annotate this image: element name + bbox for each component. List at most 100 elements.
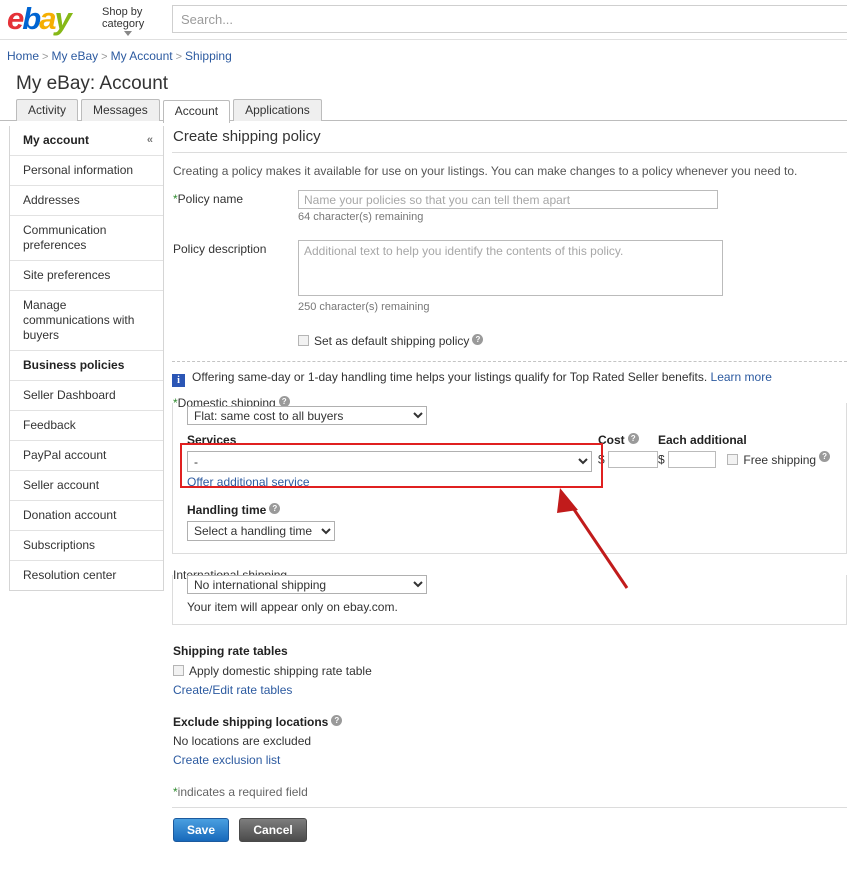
create-exclusion-list-link[interactable]: Create exclusion list: [173, 753, 280, 767]
tab-messages[interactable]: Messages: [81, 99, 160, 121]
free-shipping-label: Free shipping: [743, 453, 816, 467]
breadcrumb-item-home[interactable]: Home: [7, 49, 39, 63]
learn-more-link[interactable]: Learn more: [711, 370, 772, 384]
breadcrumb-separator: >: [42, 51, 48, 63]
domestic-shipping-method-select[interactable]: Flat: same cost to all buyersCalculated:…: [187, 406, 427, 425]
required-field-note: *indicates a required field: [172, 767, 847, 807]
sidebar-item-addresses[interactable]: Addresses: [10, 186, 163, 216]
services-block: Services - Cost? $ Each additional $ Fre…: [173, 425, 846, 489]
policy-description-chars-remaining: 250 character(s) remaining: [298, 299, 847, 313]
policy-description-textarea[interactable]: [298, 240, 723, 296]
breadcrumb: Home>My eBay>My Account>Shipping: [0, 40, 847, 63]
apply-domestic-rate-table-label: Apply domestic shipping rate table: [189, 664, 372, 678]
page-title: My eBay: Account: [0, 63, 847, 99]
sidebar-item-feedback[interactable]: Feedback: [10, 411, 163, 441]
sidebar-item-seller-dashboard[interactable]: Seller Dashboard: [10, 381, 163, 411]
set-default-shipping-policy-label: Set as default shipping policy: [314, 334, 469, 348]
policy-name-input[interactable]: [298, 190, 718, 209]
cost-input[interactable]: [608, 451, 658, 468]
handling-time-select[interactable]: Select a handling timeSame business day1…: [187, 521, 335, 541]
each-additional-input[interactable]: [668, 451, 716, 468]
account-sidebar: My account « Personal information Addres…: [9, 126, 164, 591]
sidebar-item-paypal-account[interactable]: PayPal account: [10, 441, 163, 471]
international-shipping-select[interactable]: No international shippingFlat: same cost…: [187, 575, 427, 594]
domestic-method-row: Flat: same cost to all buyersCalculated:…: [173, 403, 846, 425]
ebay-logo[interactable]: ebay: [7, 3, 70, 35]
apply-rate-table-row: Apply domestic shipping rate table: [173, 658, 847, 678]
site-header: ebay Shop by category: [0, 0, 847, 40]
domestic-shipping-panel: Flat: same cost to all buyersCalculated:…: [172, 403, 847, 554]
cost-column: Cost? $: [598, 433, 658, 468]
exclude-locations-block: Exclude shipping locations? No locations…: [172, 697, 847, 767]
sidebar-item-subscriptions[interactable]: Subscriptions: [10, 531, 163, 561]
breadcrumb-item-my-ebay[interactable]: My eBay: [51, 49, 98, 63]
account-tabs: Activity Messages Account Applications: [0, 99, 847, 121]
each-additional-label: Each additional: [658, 433, 830, 451]
sidebar-item-resolution-center[interactable]: Resolution center: [10, 561, 163, 590]
breadcrumb-item-my-account[interactable]: My Account: [111, 49, 173, 63]
help-icon[interactable]: ?: [472, 334, 483, 345]
policy-description-label: Policy description: [173, 242, 266, 256]
shipping-rate-tables-title: Shipping rate tables: [173, 644, 847, 658]
apply-domestic-rate-table-checkbox[interactable]: [173, 665, 184, 676]
sidebar-item-personal-information[interactable]: Personal information: [10, 156, 163, 186]
search-input[interactable]: [173, 6, 847, 32]
section-title: Create shipping policy: [172, 126, 847, 152]
banner-text: Offering same-day or 1-day handling time…: [192, 370, 707, 384]
tab-account[interactable]: Account: [163, 100, 230, 123]
create-edit-rate-tables-row: Create/Edit rate tables: [173, 678, 847, 697]
help-icon[interactable]: ?: [269, 503, 280, 514]
services-select[interactable]: -: [187, 451, 592, 472]
international-shipping-panel: No international shippingFlat: same cost…: [172, 575, 847, 625]
offer-additional-service-row: Offer additional service: [187, 472, 846, 489]
create-edit-rate-tables-link[interactable]: Create/Edit rate tables: [173, 683, 292, 697]
tab-applications[interactable]: Applications: [233, 99, 322, 121]
currency-symbol: $: [658, 453, 665, 467]
free-shipping-checkbox[interactable]: [727, 454, 738, 465]
top-rated-seller-banner: i Offering same-day or 1-day handling tim…: [172, 362, 847, 393]
tab-activity[interactable]: Activity: [16, 99, 78, 121]
breadcrumb-separator: >: [176, 51, 182, 63]
policy-name-chars-remaining: 64 character(s) remaining: [298, 209, 847, 223]
international-note: Your item will appear only on ebay.com.: [173, 594, 846, 614]
sidebar-item-donation-account[interactable]: Donation account: [10, 501, 163, 531]
logo-letter-y: y: [54, 1, 69, 36]
shop-by-category-button[interactable]: Shop by category: [102, 6, 162, 36]
help-icon[interactable]: ?: [628, 433, 639, 444]
sidebar-item-label: My account: [23, 133, 89, 147]
exclude-locations-title: Exclude shipping locations?: [173, 715, 847, 729]
cancel-button[interactable]: Cancel: [239, 818, 306, 842]
save-button[interactable]: Save: [173, 818, 229, 842]
shop-by-category-label: Shop by category: [102, 6, 144, 30]
intro-text: Creating a policy makes it available for…: [172, 153, 847, 190]
form-actions: Save Cancel: [172, 808, 847, 842]
policy-description-row: Policy description 250 character(s) rema…: [172, 234, 847, 332]
exclude-locations-status: No locations are excluded: [173, 729, 847, 748]
handling-time-label: Handling time?: [187, 503, 846, 521]
chevron-down-icon: [124, 31, 132, 36]
shipping-rate-tables-block: Shipping rate tables Apply domestic ship…: [172, 625, 847, 697]
breadcrumb-item-shipping[interactable]: Shipping: [185, 49, 232, 63]
create-shipping-policy-form: Create shipping policy Creating a policy…: [172, 126, 847, 842]
sidebar-item-business-policies[interactable]: Business policies: [10, 351, 163, 381]
sidebar-item-site-preferences[interactable]: Site preferences: [10, 261, 163, 291]
sidebar-item-my-account[interactable]: My account «: [10, 126, 163, 156]
logo-letter-a: a: [39, 1, 54, 36]
search-box[interactable]: [172, 5, 847, 33]
currency-symbol: $: [598, 453, 605, 467]
sidebar-item-communication-preferences[interactable]: Communication preferences: [10, 216, 163, 261]
help-icon[interactable]: ?: [819, 451, 830, 462]
collapse-sidebar-icon[interactable]: «: [147, 133, 153, 148]
set-default-shipping-policy-checkbox[interactable]: [298, 335, 309, 346]
each-additional-column: Each additional $ Free shipping?: [658, 433, 830, 468]
sidebar-item-seller-account[interactable]: Seller account: [10, 471, 163, 501]
international-method-row: No international shippingFlat: same cost…: [173, 575, 846, 594]
offer-additional-service-link[interactable]: Offer additional service: [187, 475, 310, 489]
sidebar-item-manage-communications-with-buyers[interactable]: Manage communications with buyers: [10, 291, 163, 351]
info-icon: i: [172, 374, 185, 387]
policy-name-row: *Policy name 64 character(s) remaining: [172, 190, 847, 232]
cost-label: Cost?: [598, 433, 658, 451]
help-icon[interactable]: ?: [331, 715, 342, 726]
create-exclusion-list-row: Create exclusion list: [173, 748, 847, 767]
policy-name-label: *Policy name: [173, 192, 243, 206]
